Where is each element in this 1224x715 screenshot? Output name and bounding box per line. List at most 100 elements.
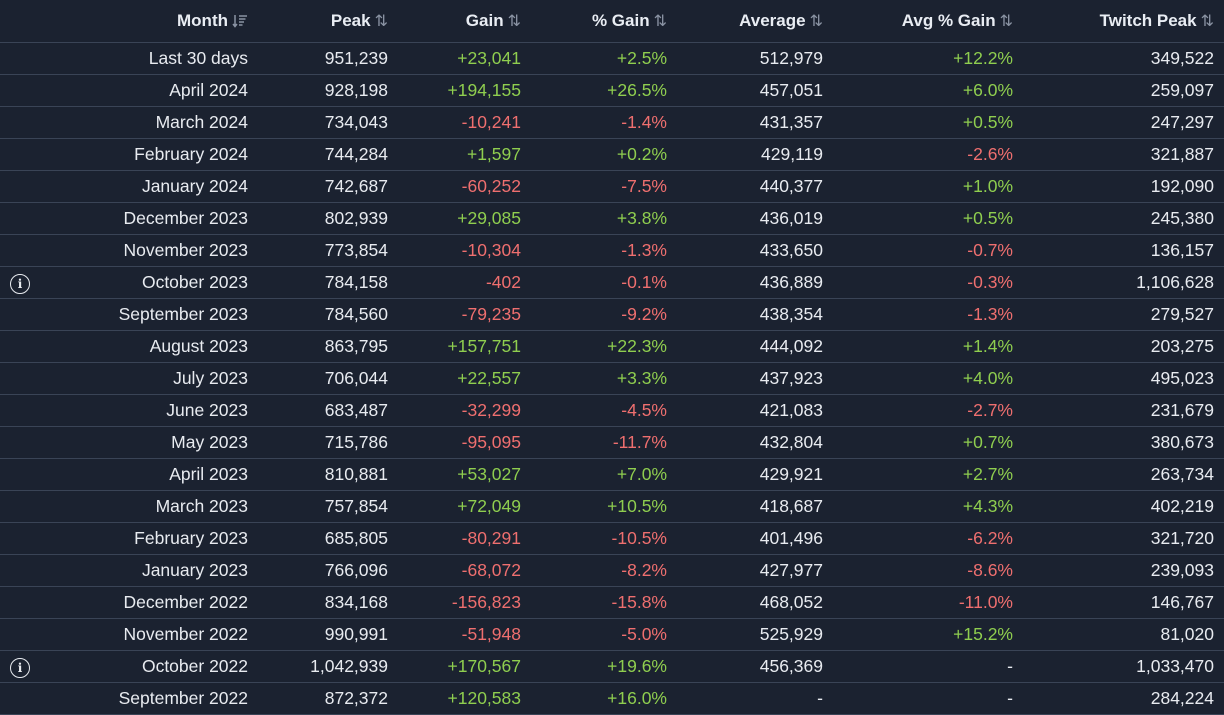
cell-twitch-peak: 279,527 (1023, 298, 1224, 331)
cell-avg-pct-gain: +6.0% (833, 74, 1023, 107)
table-row[interactable]: September 2022 872,372 +120,583 +16.0% - -284… (0, 682, 1224, 715)
info-icon[interactable]: i (10, 273, 30, 294)
cell-month: February 2024 (40, 138, 258, 171)
row-info-cell (0, 330, 40, 363)
cell-avg-pct-gain: -0.3% (833, 266, 1023, 299)
table-row[interactable]: January 2024 742,687 -60,252 -7.5% 440,377 +1… (0, 170, 1224, 203)
cell-avg-pct-gain: +0.5% (833, 202, 1023, 235)
table-row[interactable]: i October 2022 1,042,939 +170,567 +19.6% 456,… (0, 650, 1224, 683)
column-header-avg-pct-gain[interactable]: Avg % Gain ⇅ (833, 0, 1023, 43)
table-row[interactable]: March 2023 757,854 +72,049 +10.5% 418,687 +4.… (0, 490, 1224, 523)
cell-pct-gain: -11.7% (531, 426, 677, 459)
cell-month: February 2023 (40, 522, 258, 555)
cell-month: October 2022 (40, 650, 258, 683)
cell-gain: -80,291 (398, 522, 531, 555)
table-row[interactable]: April 2024 928,198 +194,155 +26.5% 457,051 +6… (0, 74, 1224, 107)
cell-average: 437,923 (677, 362, 833, 395)
cell-twitch-peak: 1,106,628 (1023, 266, 1224, 299)
cell-gain: +29,085 (398, 202, 531, 235)
cell-peak: 1,042,939 (258, 650, 398, 683)
cell-average: 444,092 (677, 330, 833, 363)
sort-arrows-icon[interactable]: ⇅ (810, 11, 823, 31)
sort-arrows-icon[interactable]: ⇅ (1201, 11, 1214, 31)
sort-arrows-icon[interactable]: ⇅ (508, 11, 521, 31)
cell-pct-gain: +19.6% (531, 650, 677, 683)
cell-peak: 990,991 (258, 618, 398, 651)
cell-avg-pct-gain: -8.6% (833, 554, 1023, 587)
column-header-average-label: Average (739, 11, 806, 30)
row-info-cell (0, 106, 40, 139)
cell-peak: 773,854 (258, 234, 398, 267)
cell-average: 525,929 (677, 618, 833, 651)
cell-pct-gain: +26.5% (531, 74, 677, 107)
table-row[interactable]: March 2024 734,043 -10,241 -1.4% 431,357 +0.5… (0, 106, 1224, 139)
table-row[interactable]: December 2023 802,939 +29,085 +3.8% 436,019 +… (0, 202, 1224, 235)
table-row[interactable]: August 2023 863,795 +157,751 +22.3% 444,092 +… (0, 330, 1224, 363)
table-row[interactable]: January 2023 766,096 -68,072 -8.2% 427,977 -8… (0, 554, 1224, 587)
table-row[interactable]: Last 30 days 951,239 +23,041 +2.5% 512,979 +1… (0, 42, 1224, 75)
cell-pct-gain: -5.0% (531, 618, 677, 651)
header-row: Month Peak ⇅ Gain ⇅ % Gain ⇅ Average ⇅ Avg %… (0, 0, 1224, 43)
cell-gain: +157,751 (398, 330, 531, 363)
info-icon[interactable]: i (10, 657, 30, 678)
table-row[interactable]: June 2023 683,487 -32,299 -4.5% 421,083 -2.7%… (0, 394, 1224, 427)
table-row[interactable]: i October 2023 784,158 -402 -0.1% 436,889 -0.3… (0, 266, 1224, 299)
cell-twitch-peak: 259,097 (1023, 74, 1224, 107)
column-header-average[interactable]: Average ⇅ (677, 0, 833, 43)
cell-month: September 2023 (40, 298, 258, 331)
cell-pct-gain: +3.3% (531, 362, 677, 395)
table-row[interactable]: April 2023 810,881 +53,027 +7.0% 429,921 +2.7… (0, 458, 1224, 491)
header-info-spacer (0, 0, 40, 43)
cell-peak: 744,284 (258, 138, 398, 171)
column-header-peak[interactable]: Peak ⇅ (258, 0, 398, 43)
table-body: Last 30 days 951,239 +23,041 +2.5% 512,979 +1… (0, 42, 1224, 715)
cell-peak: 951,239 (258, 42, 398, 75)
table-row[interactable]: February 2024 744,284 +1,597 +0.2% 429,119 -2… (0, 138, 1224, 171)
cell-avg-pct-gain: +15.2% (833, 618, 1023, 651)
row-info-cell (0, 138, 40, 171)
cell-avg-pct-gain: +4.0% (833, 362, 1023, 395)
cell-avg-pct-gain: -2.7% (833, 394, 1023, 427)
cell-average: 436,889 (677, 266, 833, 299)
cell-peak: 683,487 (258, 394, 398, 427)
cell-month: January 2023 (40, 554, 258, 587)
cell-gain: -156,823 (398, 586, 531, 619)
cell-pct-gain: +7.0% (531, 458, 677, 491)
table-row[interactable]: February 2023 685,805 -80,291 -10.5% 401,496… (0, 522, 1224, 555)
cell-average: 456,369 (677, 650, 833, 683)
cell-month: March 2023 (40, 490, 258, 523)
cell-gain: +194,155 (398, 74, 531, 107)
cell-avg-pct-gain: +4.3% (833, 490, 1023, 523)
cell-peak: 734,043 (258, 106, 398, 139)
sort-arrows-icon[interactable]: ⇅ (375, 11, 388, 31)
cell-peak: 863,795 (258, 330, 398, 363)
column-header-avg-pct-gain-label: Avg % Gain (901, 11, 996, 30)
cell-avg-pct-gain: -0.7% (833, 234, 1023, 267)
cell-gain: -51,948 (398, 618, 531, 651)
cell-twitch-peak: 203,275 (1023, 330, 1224, 363)
sort-arrows-icon[interactable]: ⇅ (654, 11, 667, 31)
table-row[interactable]: November 2023 773,854 -10,304 -1.3% 433,650-… (0, 234, 1224, 267)
cell-gain: -68,072 (398, 554, 531, 587)
sort-arrows-icon[interactable]: ⇅ (1000, 11, 1013, 31)
column-header-month[interactable]: Month (40, 0, 258, 43)
table-row[interactable]: September 2023 784,560 -79,235 -9.2% 438,354… (0, 298, 1224, 331)
cell-peak: 706,044 (258, 362, 398, 395)
table-row[interactable]: December 2022 834,168 -156,823 -15.8% 468,05… (0, 586, 1224, 619)
table-row[interactable]: May 2023 715,786 -95,095 -11.7% 432,804 +0.7%… (0, 426, 1224, 459)
column-header-pct-gain[interactable]: % Gain ⇅ (531, 0, 677, 43)
cell-month: November 2022 (40, 618, 258, 651)
cell-twitch-peak: 284,224 (1023, 682, 1224, 715)
cell-twitch-peak: 81,020 (1023, 618, 1224, 651)
cell-pct-gain: -4.5% (531, 394, 677, 427)
column-header-twitch-peak[interactable]: Twitch Peak ⇅ (1023, 0, 1224, 43)
cell-twitch-peak: 231,679 (1023, 394, 1224, 427)
table-row[interactable]: July 2023 706,044 +22,557 +3.3% 437,923 +4.0%… (0, 362, 1224, 395)
column-header-gain[interactable]: Gain ⇅ (398, 0, 531, 43)
table-row[interactable]: November 2022 990,991 -51,948 -5.0% 525,929 +… (0, 618, 1224, 651)
sort-descending-icon[interactable] (232, 14, 248, 28)
row-info-cell (0, 426, 40, 459)
cell-average: 431,357 (677, 106, 833, 139)
cell-average: 440,377 (677, 170, 833, 203)
cell-average: 421,083 (677, 394, 833, 427)
